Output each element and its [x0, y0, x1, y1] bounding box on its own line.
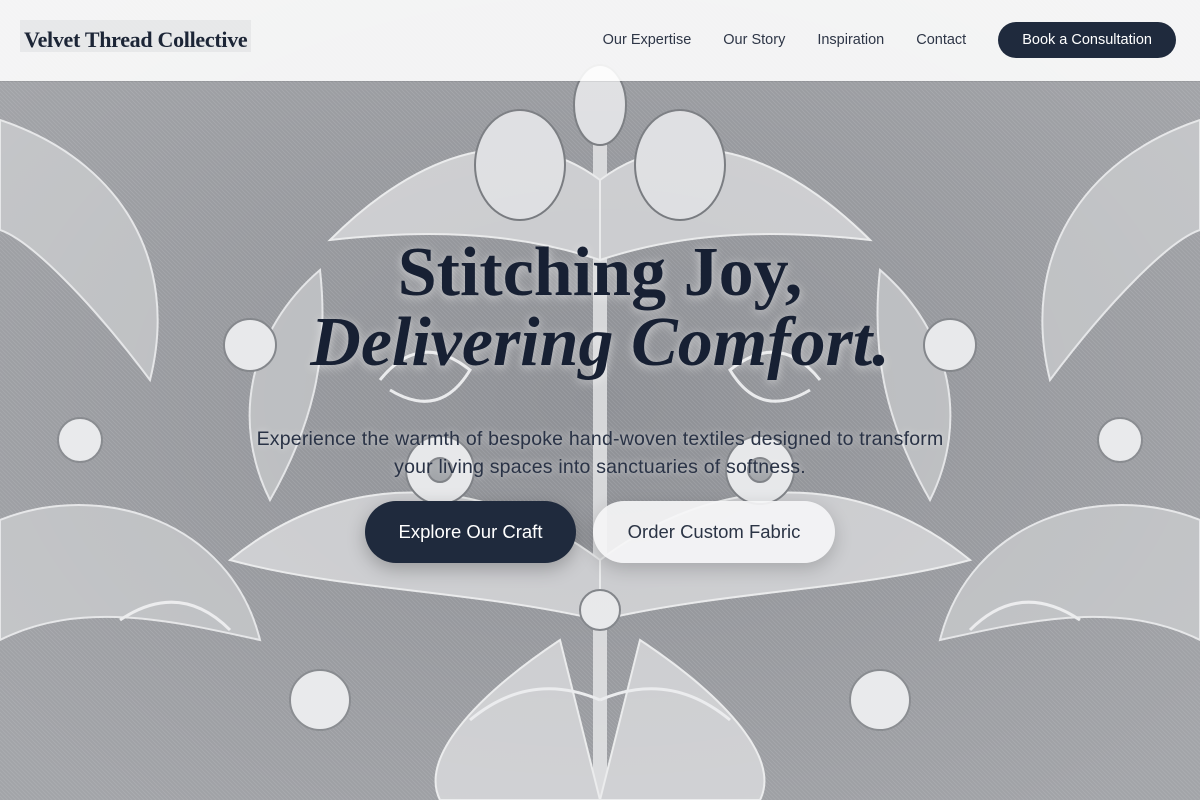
explore-our-craft-button[interactable]: Explore Our Craft — [365, 501, 576, 563]
hero-headline-line2: Delivering Comfort. — [310, 304, 890, 381]
hero-subtitle: Experience the warmth of bespoke hand-wo… — [256, 427, 944, 478]
nav-link-inspiration[interactable]: Inspiration — [817, 32, 884, 48]
hero-buttons: Explore Our Craft Order Custom Fabric — [0, 501, 1200, 563]
site-header: Velvet Thread Collective Our Expertise O… — [0, 0, 1200, 81]
brand-logo[interactable]: Velvet Thread Collective — [20, 20, 252, 52]
order-custom-fabric-button[interactable]: Order Custom Fabric — [593, 501, 835, 563]
nav-link-contact[interactable]: Contact — [916, 32, 966, 48]
hero-headline-line1: Stitching Joy, — [397, 234, 803, 311]
book-consultation-button[interactable]: Book a Consultation — [998, 22, 1176, 58]
main-nav: Our Expertise Our Story Inspiration Cont… — [603, 22, 1176, 58]
hero-section: Stitching Joy, Delivering Comfort. Exper… — [0, 81, 1200, 800]
nav-link-our-expertise[interactable]: Our Expertise — [603, 32, 692, 48]
nav-link-our-story[interactable]: Our Story — [723, 32, 785, 48]
